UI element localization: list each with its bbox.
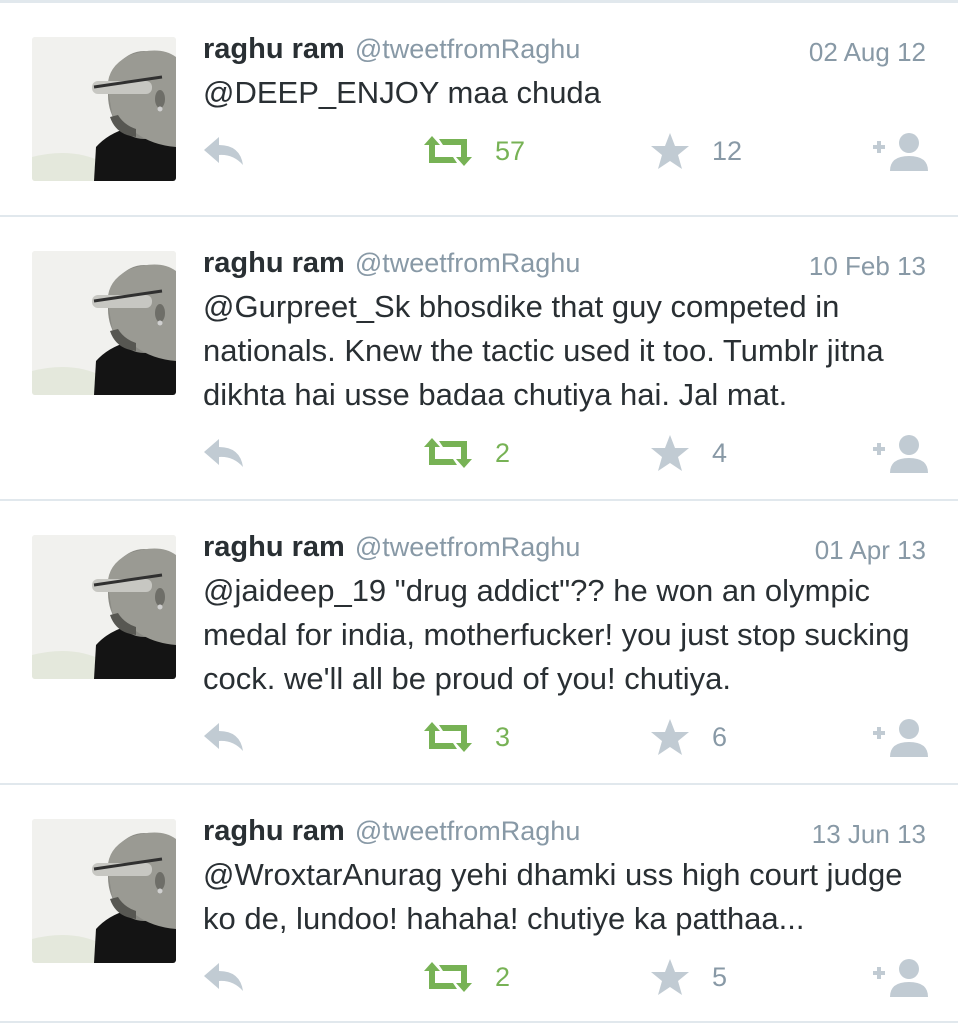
reply-arrow-icon <box>204 723 243 751</box>
add-user-icon <box>873 133 928 171</box>
retweet-icon <box>424 136 472 166</box>
reply-button[interactable] <box>203 129 245 173</box>
reply-button[interactable] <box>203 715 245 759</box>
tweet-header: raghu ram @tweetfromRaghu 01 Apr 13 <box>203 531 926 571</box>
retweet-icon <box>424 438 472 468</box>
retweet-icon <box>424 962 472 992</box>
tweet-actions: 2 4 <box>203 431 928 475</box>
avatar[interactable] <box>32 535 176 679</box>
tweet-date[interactable]: 02 Aug 12 <box>809 37 926 68</box>
retweet-count: 57 <box>495 135 526 166</box>
author-handle[interactable]: @tweetfromRaghu <box>355 816 581 846</box>
favorite-button[interactable]: 12 <box>650 129 742 173</box>
tweet-date[interactable]: 01 Apr 13 <box>815 535 926 566</box>
favorite-button[interactable]: 5 <box>650 955 727 999</box>
avatar-photo <box>32 535 176 679</box>
tweet-timeline: raghu ram @tweetfromRaghu 02 Aug 12 @DEEP… <box>0 3 958 1023</box>
avatar-photo <box>32 819 176 963</box>
author-handle[interactable]: @tweetfromRaghu <box>355 34 581 64</box>
follow-button[interactable] <box>872 955 928 999</box>
star-icon <box>651 959 689 995</box>
author-handle[interactable]: @tweetfromRaghu <box>355 532 581 562</box>
add-user-icon <box>873 959 928 997</box>
tweet-actions: 57 12 <box>203 129 928 173</box>
author-name[interactable]: raghu ram <box>203 247 345 279</box>
retweet-button[interactable]: 2 <box>423 955 510 999</box>
tweet-header: raghu ram @tweetfromRaghu 02 Aug 12 <box>203 33 926 73</box>
retweet-button[interactable]: 57 <box>423 129 525 173</box>
reply-button[interactable] <box>203 431 245 475</box>
tweet-date[interactable]: 13 Jun 13 <box>812 819 926 850</box>
add-user-icon <box>873 719 928 757</box>
favorite-count: 5 <box>712 961 728 992</box>
avatar[interactable] <box>32 819 176 963</box>
retweet-count: 2 <box>495 961 511 992</box>
tweet-item[interactable]: raghu ram @tweetfromRaghu 10 Feb 13 @Gurp… <box>0 217 958 501</box>
author-name[interactable]: raghu ram <box>203 531 345 563</box>
retweet-icon <box>424 722 472 752</box>
favorite-button[interactable]: 4 <box>650 431 727 475</box>
tweet-item[interactable]: raghu ram @tweetfromRaghu 02 Aug 12 @DEEP… <box>0 3 958 217</box>
tweet-actions: 2 5 <box>203 955 928 999</box>
star-icon <box>651 133 689 169</box>
avatar-photo <box>32 251 176 395</box>
tweet-date[interactable]: 10 Feb 13 <box>809 251 926 282</box>
tweet-item[interactable]: raghu ram @tweetfromRaghu 13 Jun 13 @Wrox… <box>0 785 958 1023</box>
retweet-count: 2 <box>495 437 511 468</box>
star-icon <box>651 435 689 471</box>
reply-button[interactable] <box>203 955 245 999</box>
avatar[interactable] <box>32 251 176 395</box>
star-icon <box>651 719 689 755</box>
tweet-header: raghu ram @tweetfromRaghu 10 Feb 13 <box>203 247 926 287</box>
follow-button[interactable] <box>872 431 928 475</box>
favorite-count: 4 <box>712 437 728 468</box>
reply-arrow-icon <box>204 963 243 991</box>
tweet-text: @jaideep_19 "drug addict"?? he won an ol… <box>203 573 910 696</box>
author-name[interactable]: raghu ram <box>203 815 345 847</box>
author-name[interactable]: raghu ram <box>203 33 345 65</box>
favorite-count: 12 <box>712 135 743 166</box>
reply-arrow-icon <box>204 137 243 165</box>
follow-button[interactable] <box>872 129 928 173</box>
follow-button[interactable] <box>872 715 928 759</box>
favorite-button[interactable]: 6 <box>650 715 727 759</box>
favorite-count: 6 <box>712 721 728 752</box>
tweet-header: raghu ram @tweetfromRaghu 13 Jun 13 <box>203 815 926 855</box>
tweet-text: @DEEP_ENJOY maa chuda <box>203 75 601 110</box>
retweet-count: 3 <box>495 721 511 752</box>
retweet-button[interactable]: 2 <box>423 431 510 475</box>
add-user-icon <box>873 435 928 473</box>
retweet-button[interactable]: 3 <box>423 715 510 759</box>
tweet-item[interactable]: raghu ram @tweetfromRaghu 01 Apr 13 @jaid… <box>0 501 958 785</box>
tweet-actions: 3 6 <box>203 715 928 759</box>
author-handle[interactable]: @tweetfromRaghu <box>355 248 581 278</box>
avatar[interactable] <box>32 37 176 181</box>
tweet-text: @Gurpreet_Sk bhosdike that guy competed … <box>203 289 884 412</box>
tweet-text: @WroxtarAnurag yehi dhamki uss high cour… <box>203 857 903 936</box>
avatar-photo <box>32 37 176 181</box>
reply-arrow-icon <box>204 439 243 467</box>
